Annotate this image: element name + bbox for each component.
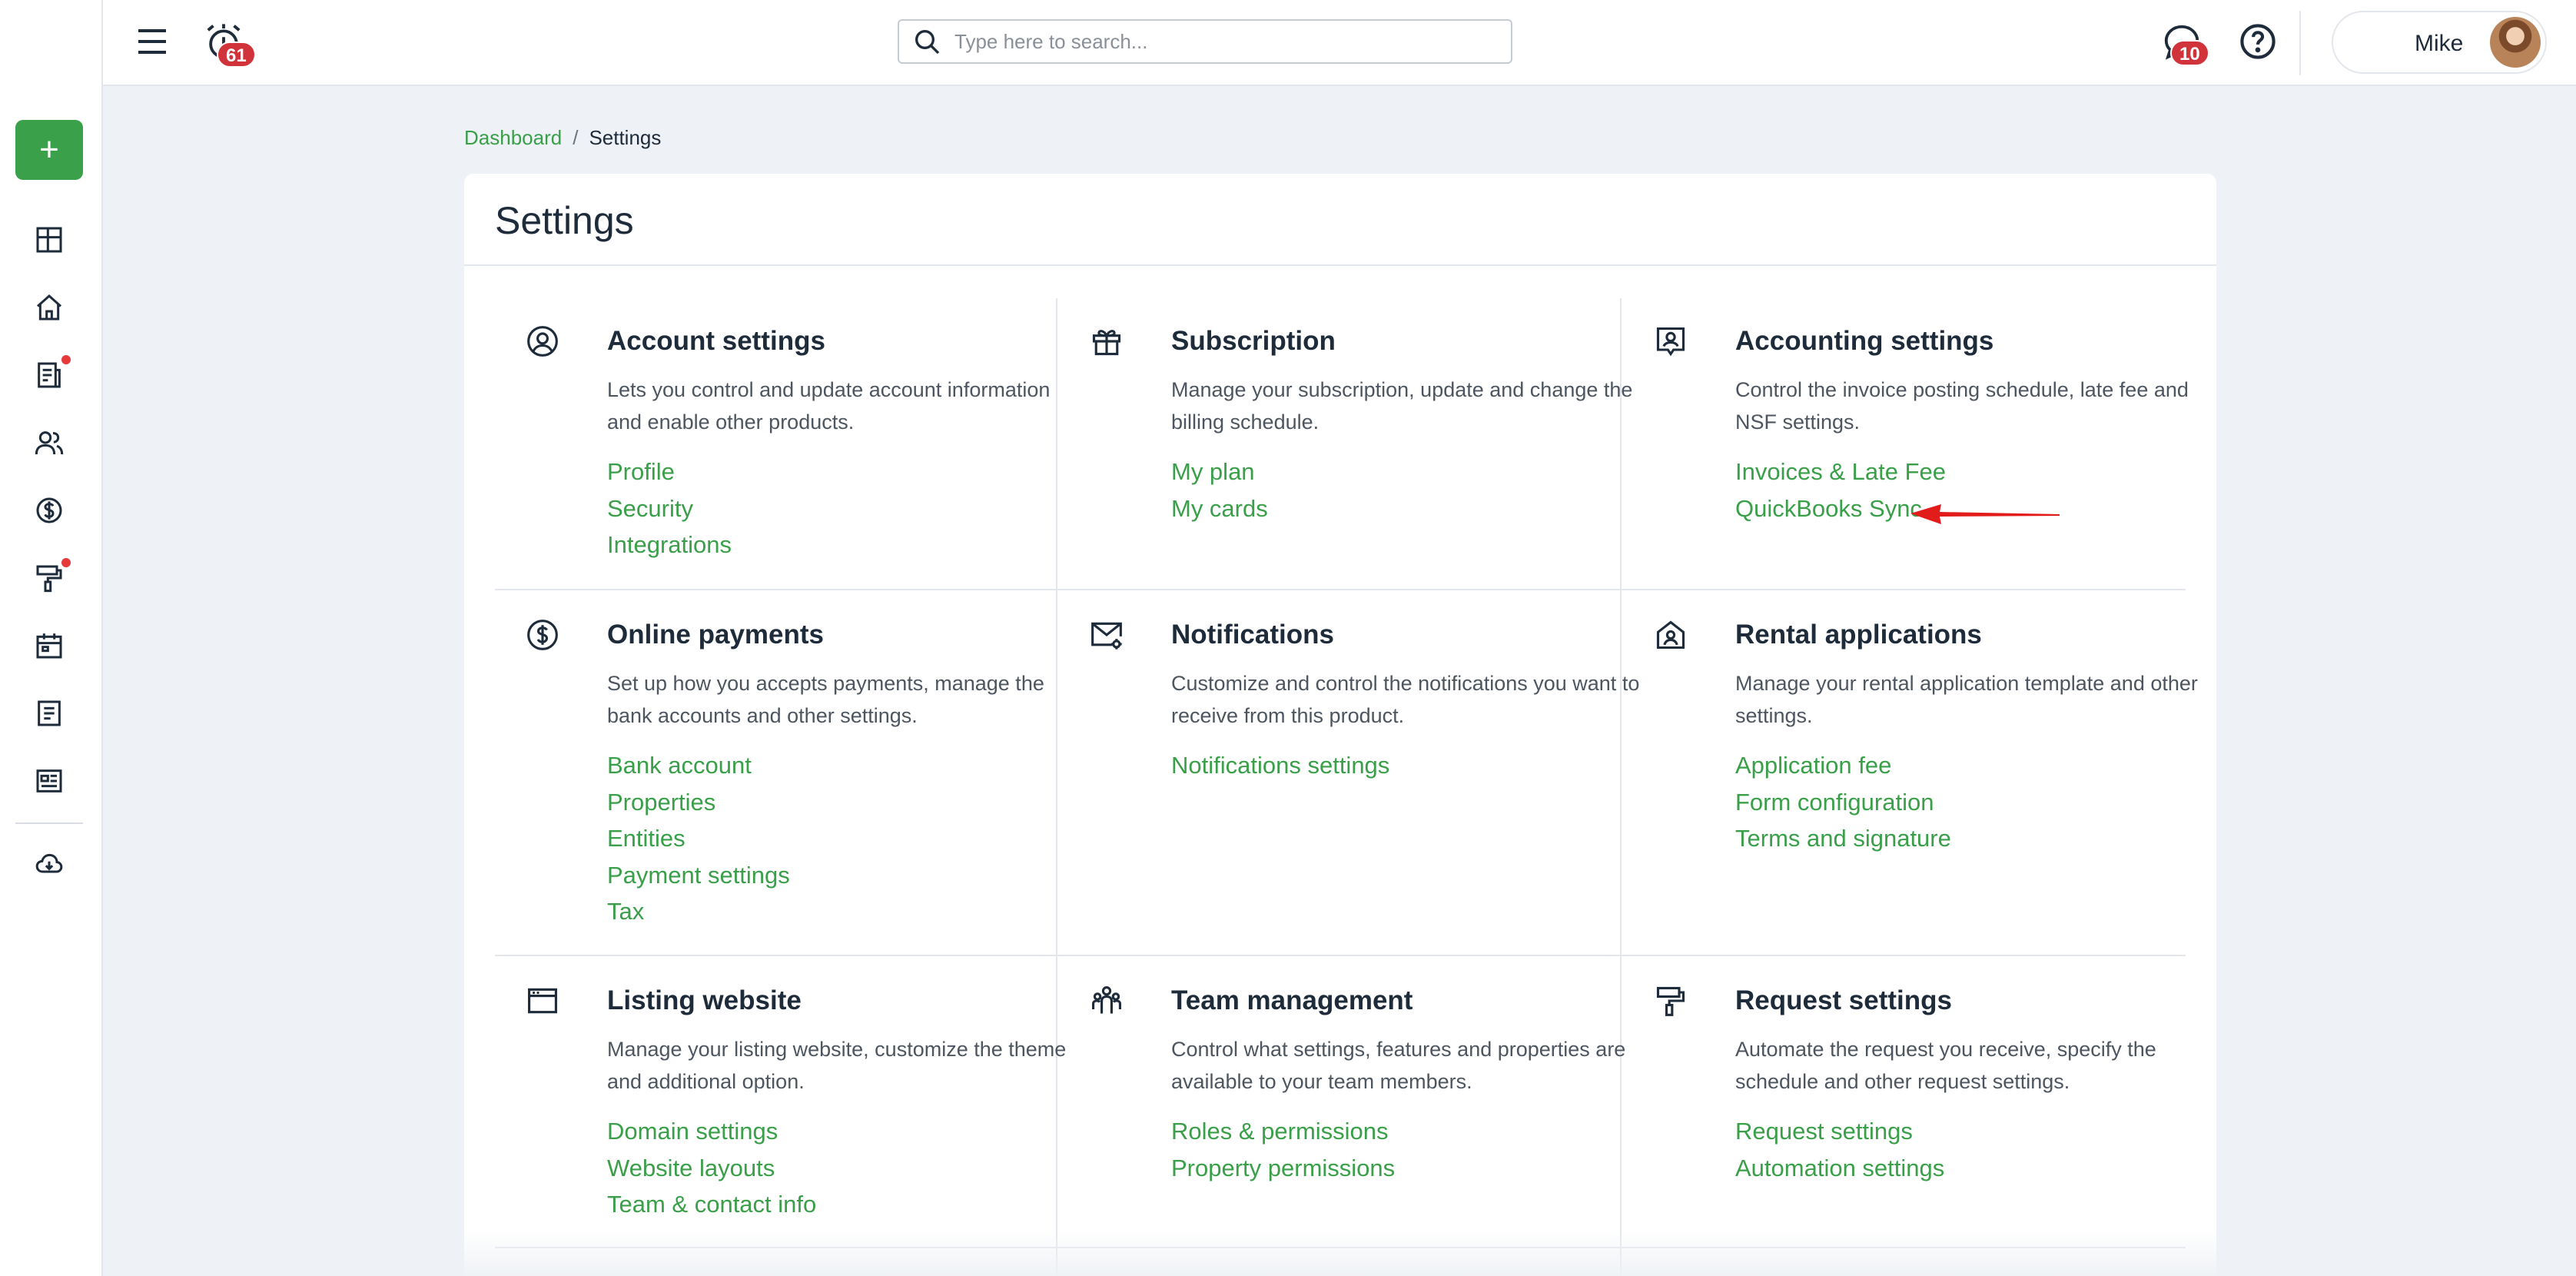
section-links: Domain settings Website layouts Team & c… <box>607 1113 816 1223</box>
website-layouts-link[interactable]: Website layouts <box>607 1150 816 1187</box>
user-name: Mike <box>2415 31 2464 56</box>
properties-link[interactable]: Properties <box>607 784 790 821</box>
bank-account-link[interactable]: Bank account <box>607 747 790 784</box>
mail-gear-icon <box>1090 618 1124 652</box>
cloud-download-icon[interactable] <box>31 846 68 882</box>
home-icon[interactable] <box>31 289 68 326</box>
application-fee-link[interactable]: Application fee <box>1735 747 1951 784</box>
section-links: My plan My cards <box>1171 454 1268 527</box>
section-description: Lets you control and update account info… <box>607 378 1051 434</box>
section-links: Notifications settings <box>1171 747 1389 784</box>
settings-card: Settings Account settings Lets you contr… <box>464 174 2216 1276</box>
user-circle-icon <box>526 324 559 358</box>
property-permissions-link[interactable]: Property permissions <box>1171 1150 1395 1187</box>
documents-icon[interactable] <box>31 355 71 394</box>
my-plan-link[interactable]: My plan <box>1171 454 1268 490</box>
section-description: Set up how you accepts payments, manage … <box>607 672 1044 727</box>
automation-settings-link[interactable]: Automation settings <box>1735 1150 1944 1187</box>
avatar <box>2490 17 2541 68</box>
hamburger-menu-icon[interactable] <box>134 23 171 60</box>
form-configuration-link[interactable]: Form configuration <box>1735 784 1951 821</box>
listing-card-icon[interactable] <box>31 763 68 799</box>
add-button[interactable]: + <box>15 120 83 180</box>
search-input[interactable] <box>954 29 1492 54</box>
sidebar: + <box>0 0 103 1276</box>
title-divider <box>464 264 2216 266</box>
section-description: Manage your listing website, customize t… <box>607 1038 1067 1093</box>
domain-settings-link[interactable]: Domain settings <box>607 1113 816 1150</box>
dashboard-grid-icon[interactable] <box>31 221 68 258</box>
user-menu-button[interactable]: Mike <box>2332 11 2547 74</box>
people-icon[interactable] <box>31 424 68 461</box>
terms-and-signature-link[interactable]: Terms and signature <box>1735 820 1951 857</box>
section-title: Online payments <box>607 620 825 650</box>
help-icon[interactable] <box>2238 22 2278 61</box>
section-title: Request settings <box>1735 985 1952 1015</box>
section-description: Automate the request you receive, specif… <box>1735 1038 2156 1093</box>
notification-dot <box>61 355 71 364</box>
section-title: Notifications <box>1171 620 1334 650</box>
row-divider <box>495 955 2186 956</box>
red-arrow-icon <box>1910 504 2060 524</box>
team-icon <box>1090 984 1124 1018</box>
integrations-link[interactable]: Integrations <box>607 527 732 563</box>
payment-settings-link[interactable]: Payment settings <box>607 857 790 894</box>
section-links: Application fee Form configuration Terms… <box>1735 747 1951 857</box>
scroll-fade <box>464 1230 2216 1276</box>
my-cards-link[interactable]: My cards <box>1171 490 1268 527</box>
profile-link[interactable]: Profile <box>607 454 732 490</box>
section-description: Manage your subscription, update and cha… <box>1171 378 1633 434</box>
tax-link[interactable]: Tax <box>607 893 790 930</box>
paint-roller-icon <box>1654 984 1688 1018</box>
sidebar-divider <box>15 822 83 824</box>
section-description: Manage your rental application template … <box>1735 672 2198 727</box>
entities-link[interactable]: Entities <box>607 820 790 857</box>
section-title: Accounting settings <box>1735 326 1994 356</box>
top-bar: 61 10 Mike <box>103 0 2576 86</box>
section-description: Control what settings, features and prop… <box>1171 1038 1626 1093</box>
row-divider <box>495 589 2186 590</box>
page-title: Settings <box>495 199 634 242</box>
breadcrumb-dashboard-link[interactable]: Dashboard <box>464 126 562 150</box>
dollar-icon[interactable] <box>31 492 68 529</box>
accounting-icon <box>1654 324 1688 358</box>
calendar-icon[interactable] <box>31 627 68 664</box>
section-links: Request settings Automation settings <box>1735 1113 1944 1186</box>
dollar-circle-icon <box>526 618 559 652</box>
search-box[interactable] <box>898 19 1512 64</box>
column-divider <box>1620 298 1622 1276</box>
section-description: Control the invoice posting schedule, la… <box>1735 378 2189 434</box>
invoices-late-fee-link[interactable]: Invoices & Late Fee <box>1735 454 1946 490</box>
section-links: Profile Security Integrations <box>607 454 732 563</box>
alarm-count-badge: 61 <box>217 42 256 68</box>
topbar-divider <box>2299 11 2301 75</box>
section-links: Roles & permissions Property permissions <box>1171 1113 1395 1186</box>
section-description: Customize and control the notifications … <box>1171 672 1640 727</box>
breadcrumb-separator: / <box>573 126 579 149</box>
section-title: Rental applications <box>1735 620 1982 650</box>
column-divider <box>1056 298 1057 1276</box>
security-link[interactable]: Security <box>607 490 732 527</box>
section-title: Team management <box>1171 985 1413 1015</box>
paint-roller-icon[interactable] <box>31 558 71 596</box>
section-links: Bank account Properties Entities Payment… <box>607 747 790 930</box>
notifications-settings-link[interactable]: Notifications settings <box>1171 747 1389 784</box>
notes-icon[interactable] <box>31 695 68 732</box>
house-user-icon <box>1654 618 1688 652</box>
browser-window-icon <box>526 984 559 1018</box>
breadcrumb: Dashboard / Settings <box>464 126 661 150</box>
messages-count-badge: 10 <box>2170 40 2209 66</box>
section-title: Listing website <box>607 985 802 1015</box>
gift-icon <box>1090 324 1124 358</box>
team-contact-info-link[interactable]: Team & contact info <box>607 1186 816 1223</box>
notification-dot <box>61 558 71 567</box>
roles-permissions-link[interactable]: Roles & permissions <box>1171 1113 1395 1150</box>
breadcrumb-current: Settings <box>589 126 662 149</box>
request-settings-link[interactable]: Request settings <box>1735 1113 1944 1150</box>
section-title: Account settings <box>607 326 825 356</box>
search-icon <box>915 30 940 55</box>
section-title: Subscription <box>1171 326 1336 356</box>
